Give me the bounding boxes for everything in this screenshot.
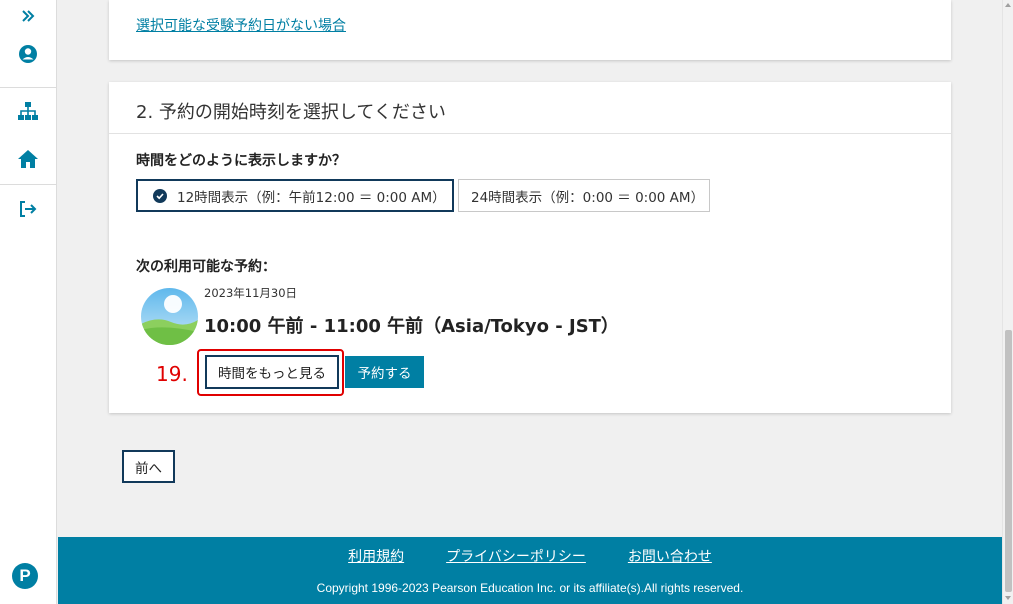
option-12-hour-label: 12時間表示（例：午前12:00 ＝ 0:00 AM） bbox=[177, 189, 446, 206]
display-format-question: 時間をどのように表示しますか？ bbox=[136, 153, 346, 169]
main-content: 選択可能な受験予約日がない場合 2. 予約の開始時刻を選択してください 時間をど… bbox=[58, 0, 1002, 604]
book-button[interactable]: 予約する bbox=[345, 356, 424, 388]
footer-links: 利用規約 プライバシーポリシー お問い合わせ bbox=[58, 546, 1002, 566]
see-more-times-button[interactable]: 時間をもっと見る bbox=[205, 355, 339, 389]
top-card: 選択可能な受験予約日がない場合 bbox=[109, 0, 951, 60]
time-selection-card: 2. 予約の開始時刻を選択してください 時間をどのように表示しますか？ 12時間… bbox=[109, 82, 951, 413]
logout-icon[interactable] bbox=[14, 195, 42, 223]
slot-date: 2023年11月30日 bbox=[204, 286, 298, 300]
option-24-hour[interactable]: 24時間表示（例：0:00 ＝ 0:00 AM） bbox=[458, 179, 710, 212]
copyright-text: Copyright 1996-2023 Pearson Education In… bbox=[316, 581, 744, 595]
scroll-down-arrow-icon[interactable] bbox=[1005, 596, 1011, 600]
terms-link[interactable]: 利用規約 bbox=[348, 546, 404, 566]
contact-link[interactable]: お問い合わせ bbox=[628, 546, 712, 566]
section-title: 2. 予約の開始時刻を選択してください bbox=[109, 82, 951, 134]
check-icon bbox=[153, 188, 167, 203]
footer: 利用規約 プライバシーポリシー お問い合わせ Copyright 1996-20… bbox=[58, 537, 1002, 604]
option-12-hour[interactable]: 12時間表示（例：午前12:00 ＝ 0:00 AM） bbox=[136, 179, 454, 212]
daytime-icon bbox=[141, 288, 198, 345]
logo-letter: P bbox=[19, 566, 31, 585]
sidebar-divider bbox=[0, 184, 57, 185]
previous-button[interactable]: 前へ bbox=[122, 450, 175, 483]
vertical-scrollbar[interactable] bbox=[1002, 0, 1013, 604]
user-icon[interactable] bbox=[14, 40, 42, 68]
next-available-label: 次の利用可能な予約： bbox=[136, 259, 276, 275]
sidebar: P bbox=[0, 0, 57, 604]
slot-time: 10:00 午前 - 11:00 午前（Asia/Tokyo - JST） bbox=[204, 316, 619, 337]
pearson-logo[interactable]: P bbox=[12, 563, 38, 589]
home-icon[interactable] bbox=[14, 145, 42, 173]
option-24-hour-label: 24時間表示（例：0:00 ＝ 0:00 AM） bbox=[471, 189, 705, 206]
no-available-date-link[interactable]: 選択可能な受験予約日がない場合 bbox=[136, 15, 346, 35]
scroll-thumb[interactable] bbox=[1005, 330, 1012, 592]
sitemap-icon[interactable] bbox=[14, 97, 42, 125]
sidebar-divider bbox=[0, 87, 57, 88]
step-annotation: 19. bbox=[156, 362, 188, 386]
scroll-up-arrow-icon[interactable] bbox=[1005, 3, 1011, 7]
expand-icon[interactable] bbox=[14, 2, 42, 30]
privacy-policy-link[interactable]: プライバシーポリシー bbox=[446, 546, 586, 566]
